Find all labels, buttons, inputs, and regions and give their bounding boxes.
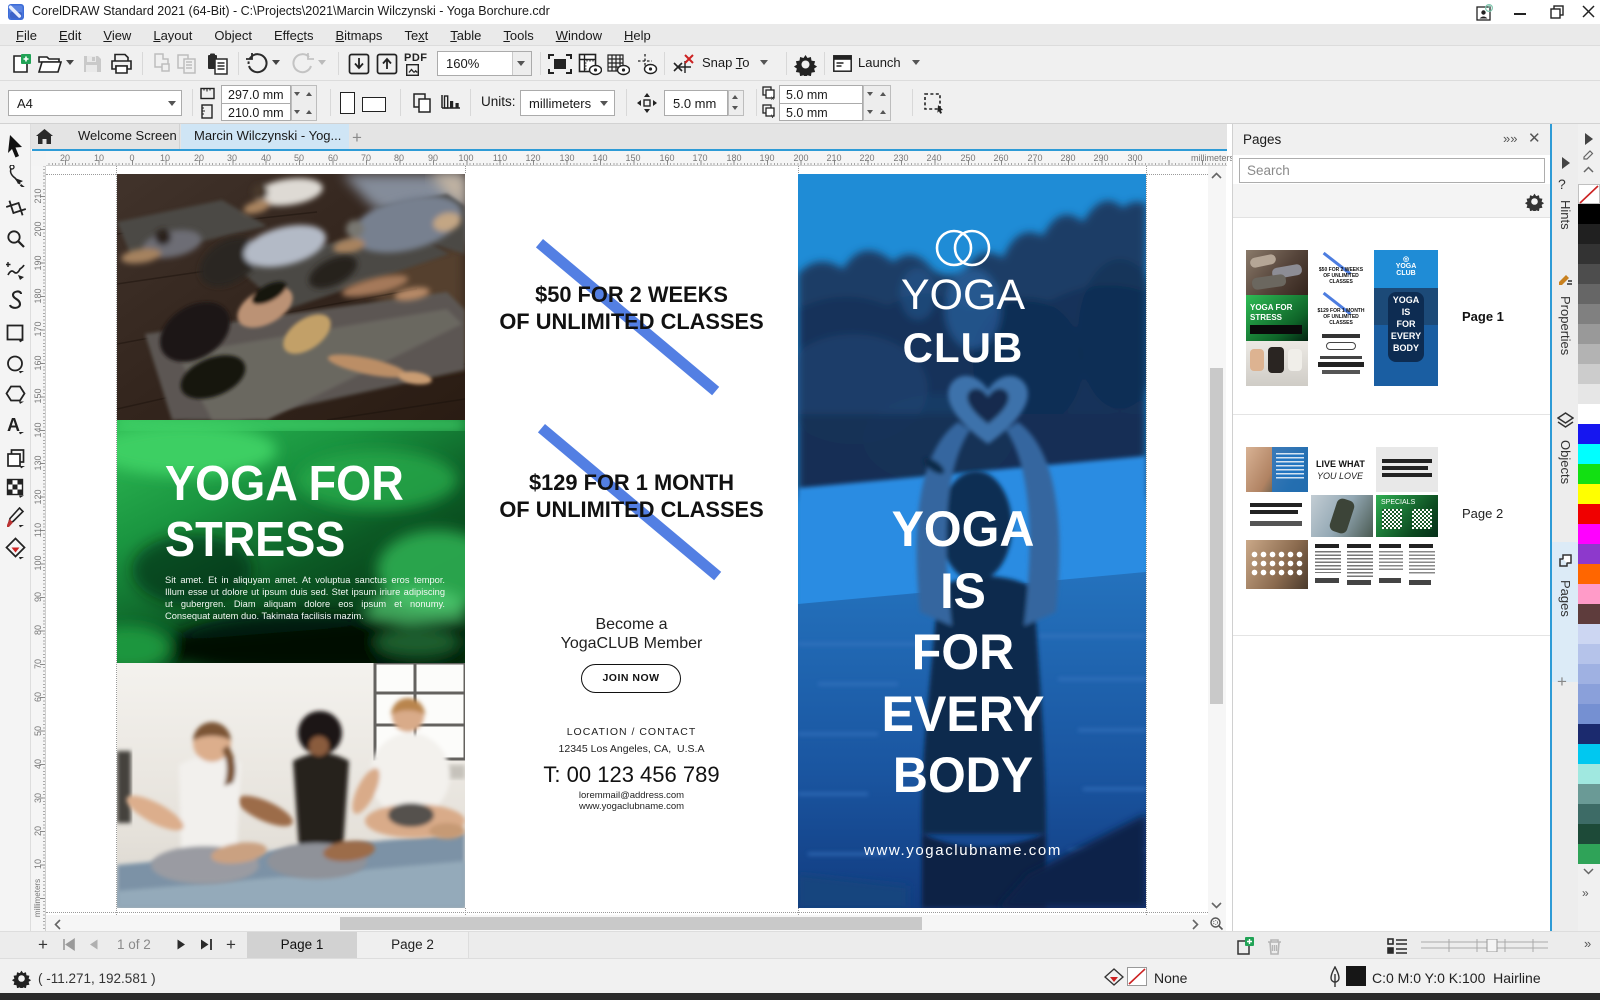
svg-text:A: A (7, 415, 20, 435)
svg-text:x: x (771, 96, 774, 100)
svg-text:y: y (771, 114, 774, 118)
